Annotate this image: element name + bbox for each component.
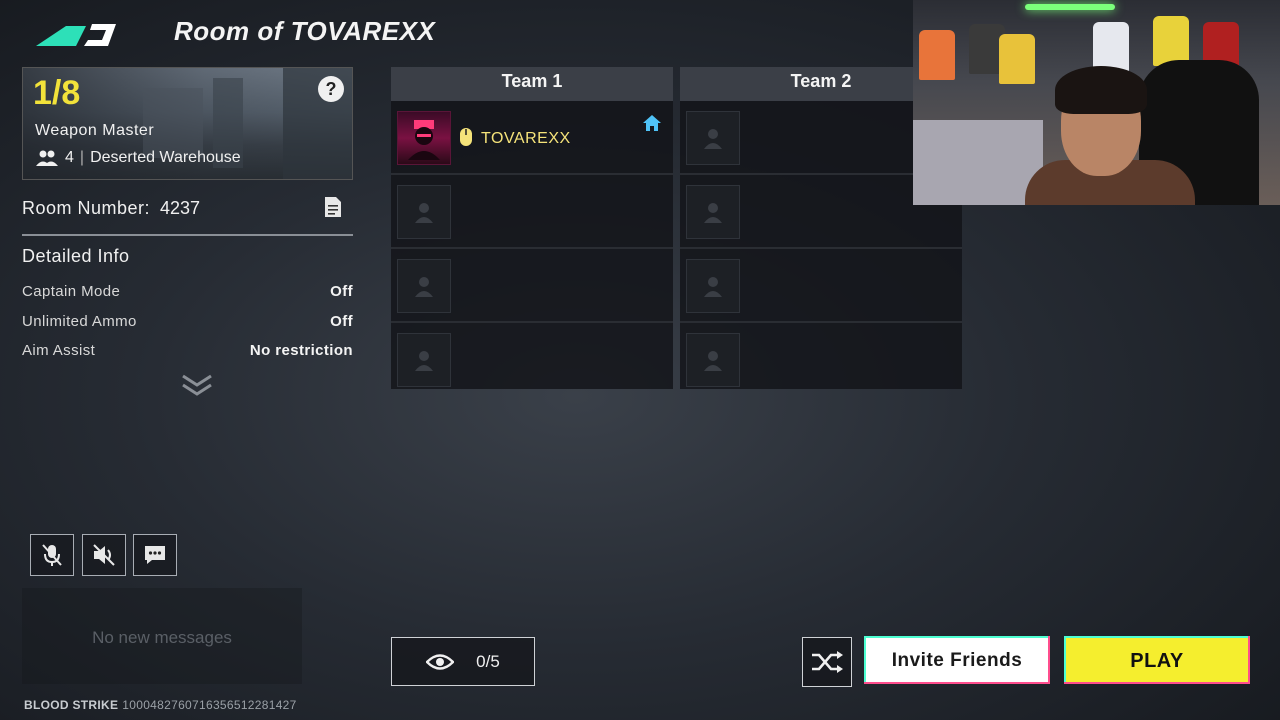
- team-1-slot-2[interactable]: [391, 177, 673, 249]
- team-1-slot-3[interactable]: [391, 251, 673, 323]
- info-value: Off: [330, 283, 353, 300]
- person-hair: [1055, 66, 1147, 114]
- team-2-slot-3[interactable]: [680, 251, 962, 323]
- empty-slot-icon: [686, 111, 740, 165]
- jersey: [999, 34, 1035, 84]
- mic-muted-icon: [42, 544, 62, 566]
- team-size: 4: [65, 149, 74, 166]
- empty-slot-icon: [397, 259, 451, 313]
- info-key: Unlimited Ammo: [22, 313, 137, 330]
- footer-brand: BLOOD STRIKE: [24, 698, 119, 712]
- led-light: [1025, 4, 1115, 10]
- copy-icon[interactable]: [323, 196, 343, 218]
- group-icon: [36, 150, 58, 166]
- team-1-panel: Team 1 TOVAREXX: [391, 67, 673, 389]
- play-button[interactable]: PLAY: [1064, 636, 1250, 684]
- info-row-unlimited-ammo: Unlimited Ammo Off: [22, 313, 353, 335]
- shuffle-icon: [812, 651, 843, 673]
- help-icon[interactable]: ?: [318, 76, 344, 102]
- chat-empty-text: No new messages: [92, 628, 232, 647]
- chat-icon: [145, 546, 165, 564]
- footer-user-id: 10004827607163565122814​27: [122, 698, 297, 712]
- bed: [913, 120, 1043, 205]
- spectator-button[interactable]: 0/5: [391, 637, 535, 686]
- team-1-header: Team 1: [391, 67, 673, 101]
- mouse-icon: [460, 128, 472, 146]
- mode-card[interactable]: 1/8 ? Weapon Master 4 | Deserted Warehou…: [22, 67, 353, 180]
- chat-box[interactable]: No new messages: [22, 588, 302, 684]
- player-count: 1/8: [33, 74, 81, 112]
- jersey: [1153, 16, 1189, 66]
- invite-friends-button[interactable]: Invite Friends: [864, 636, 1050, 684]
- logo-icon: [36, 24, 116, 46]
- room-number-label: Room Number:: [22, 198, 151, 218]
- empty-slot-icon: [686, 185, 740, 239]
- mode-name: Weapon Master: [35, 122, 155, 139]
- speaker-toggle-button[interactable]: [82, 534, 126, 576]
- empty-slot-icon: [686, 333, 740, 387]
- spectator-count: 0/5: [476, 651, 500, 671]
- room-number-value: 4237: [160, 198, 201, 218]
- info-row-captain-mode: Captain Mode Off: [22, 283, 353, 305]
- info-row-aim-assist: Aim Assist No restriction: [22, 342, 353, 364]
- info-key: Aim Assist: [22, 342, 96, 359]
- team-1-slot-4[interactable]: [391, 325, 673, 395]
- team-1-slot-1[interactable]: TOVAREXX: [391, 103, 673, 175]
- footer-id: BLOOD STRIKE 10004827607163565122814​27: [24, 698, 297, 712]
- empty-slot-icon: [397, 185, 451, 239]
- meta-separator: |: [79, 149, 85, 166]
- room-title: Room of TOVAREXX: [174, 16, 436, 46]
- shuffle-button[interactable]: [802, 637, 852, 687]
- info-value: No restriction: [249, 342, 353, 359]
- player-name: TOVAREXX: [481, 130, 571, 147]
- jersey: [919, 30, 955, 80]
- home-icon: [643, 115, 661, 131]
- map-name: Deserted Warehouse: [90, 149, 241, 166]
- empty-slot-icon: [686, 259, 740, 313]
- info-value: Off: [330, 313, 353, 330]
- eye-icon: [426, 653, 455, 670]
- expand-down-icon[interactable]: [180, 372, 214, 398]
- team-2-slot-4[interactable]: [680, 325, 962, 395]
- info-key: Captain Mode: [22, 283, 121, 300]
- detailed-info-title: Detailed Info: [22, 246, 130, 266]
- mode-meta: 4 | Deserted Warehouse: [35, 149, 241, 167]
- avatar: [397, 111, 451, 165]
- chat-button[interactable]: [133, 534, 177, 576]
- speaker-muted-icon: [93, 544, 115, 566]
- jersey: [1093, 22, 1129, 72]
- room-number-row: Room Number: 4237: [22, 196, 353, 236]
- webcam-overlay: [913, 0, 1280, 205]
- empty-slot-icon: [397, 333, 451, 387]
- mic-toggle-button[interactable]: [30, 534, 74, 576]
